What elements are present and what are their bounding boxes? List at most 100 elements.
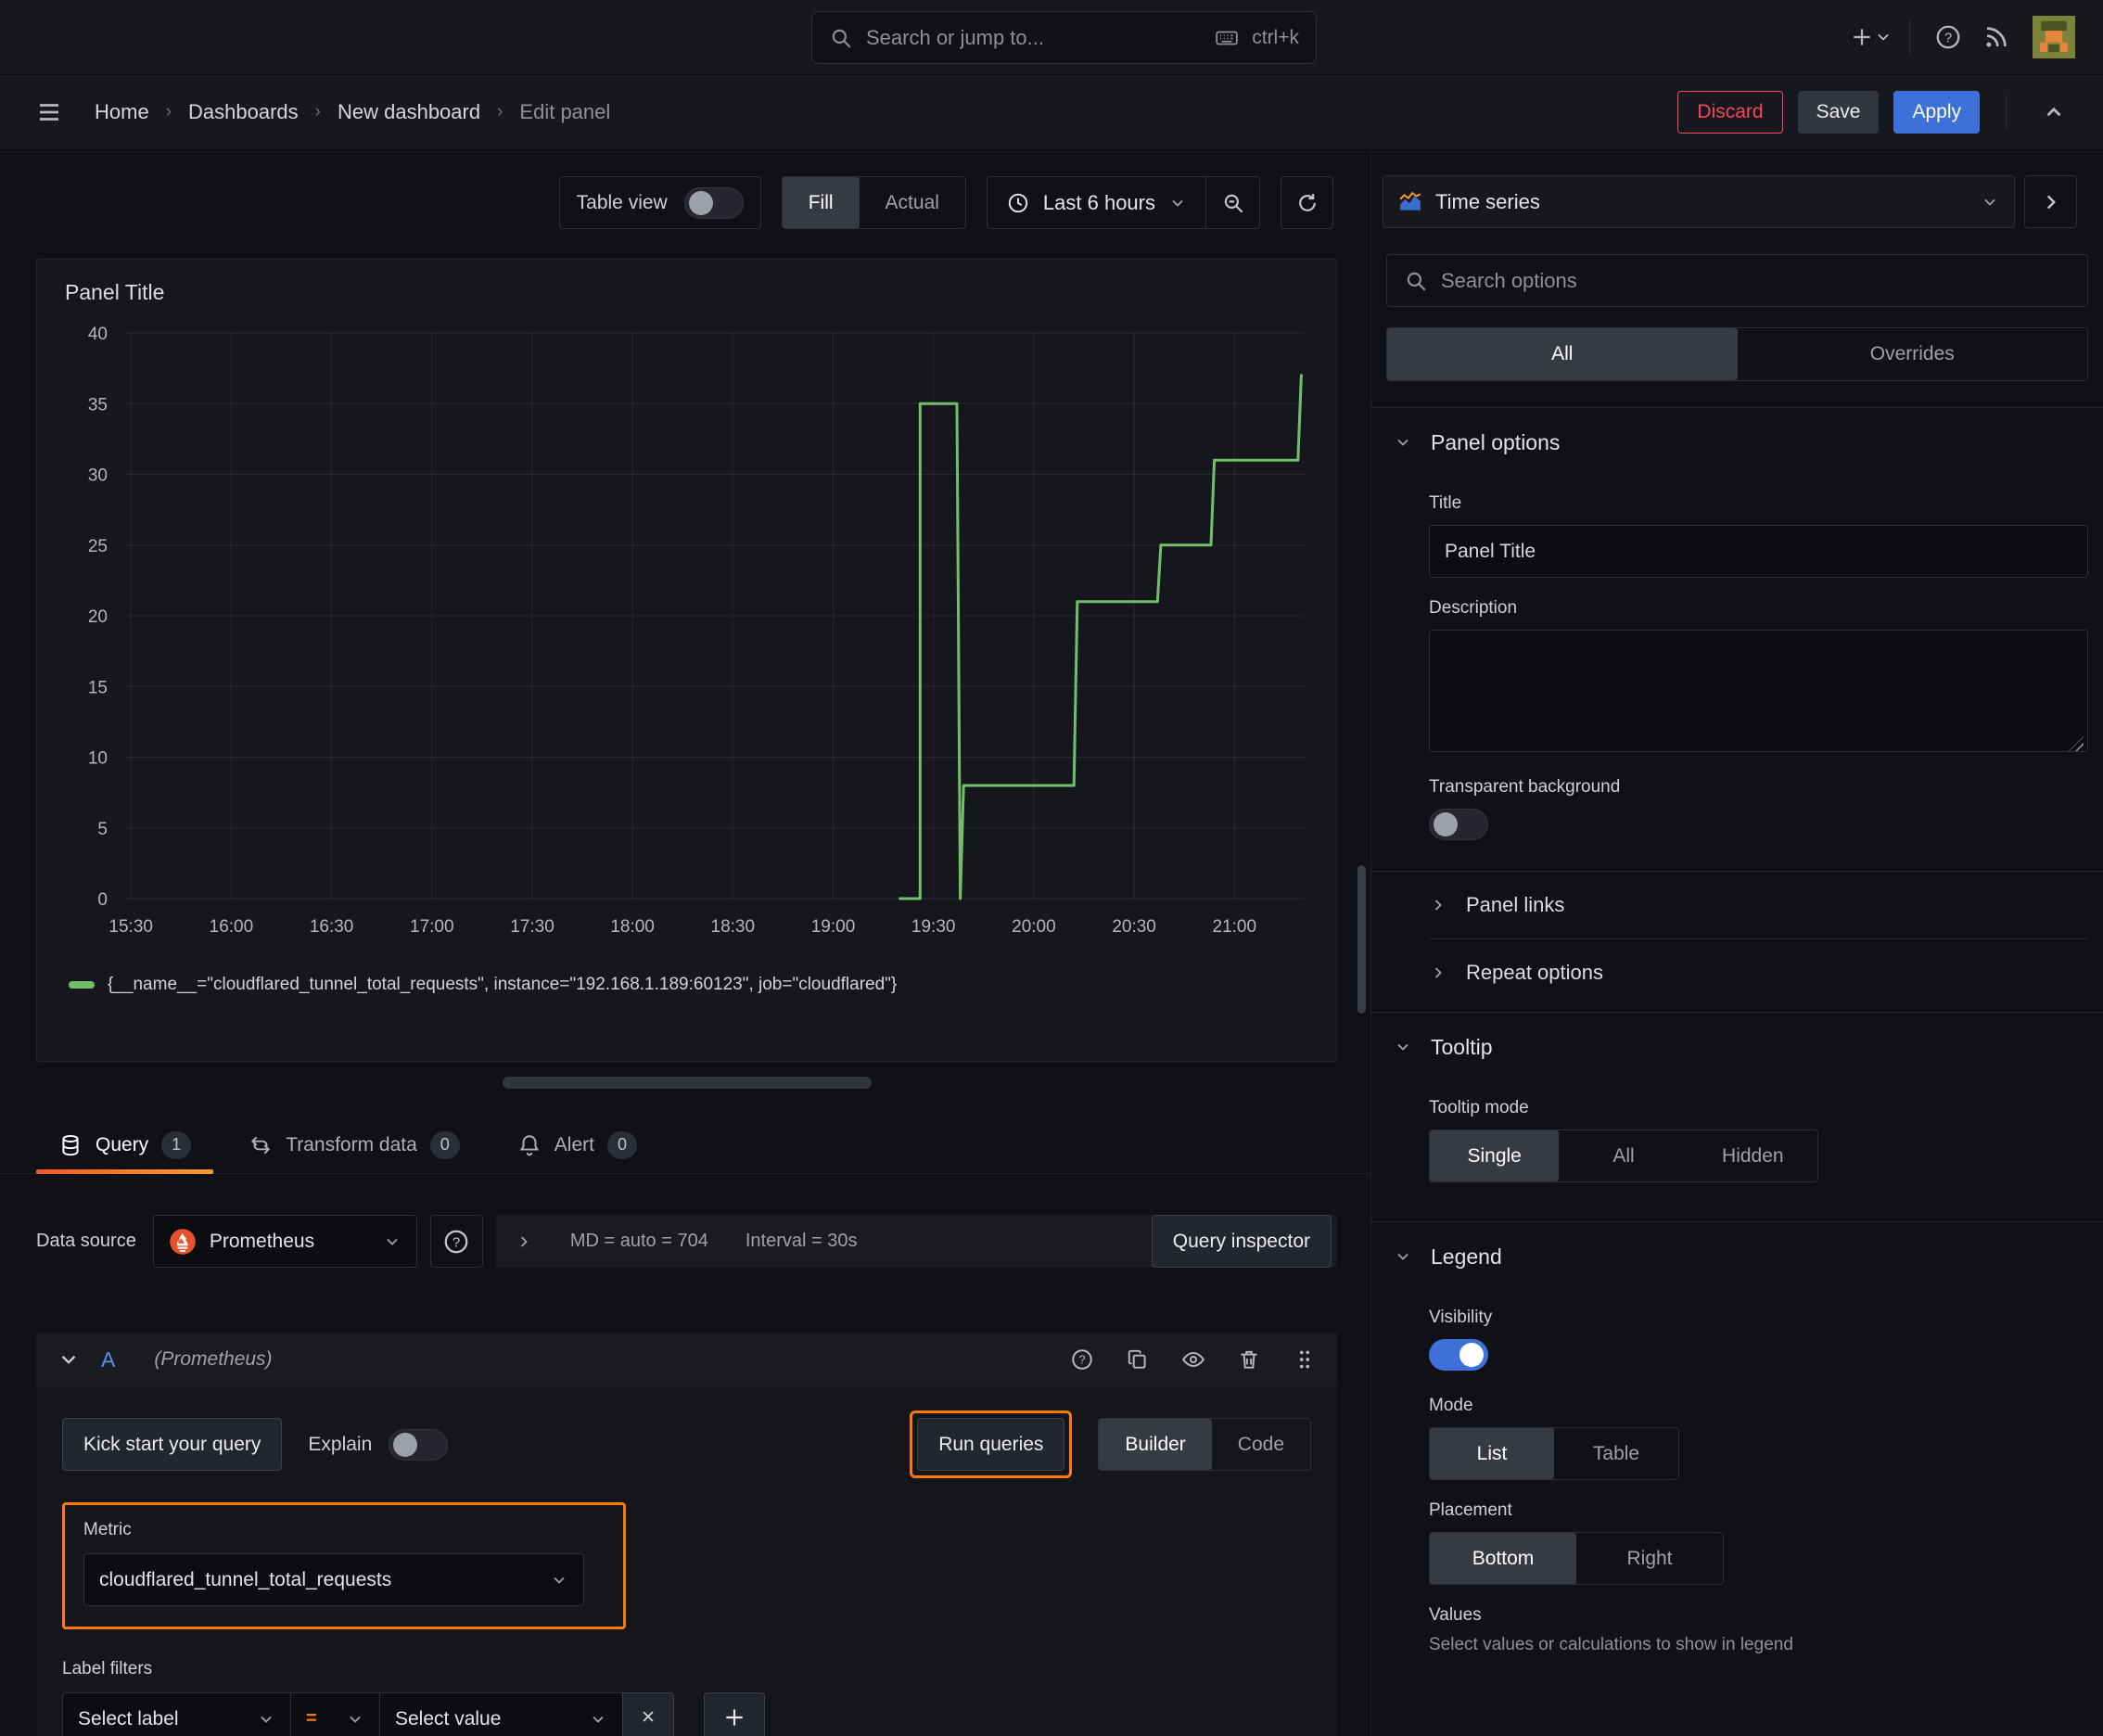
svg-text:19:00: 19:00 [811, 917, 856, 937]
panel-title[interactable]: Panel Title [57, 273, 1316, 316]
time-series-chart[interactable]: 0 5 10 15 20 25 30 35 40 15:30 16:00 16:30 17:00 17:3… [57, 316, 1316, 967]
refresh-button[interactable] [1281, 176, 1333, 229]
svg-text:18:00: 18:00 [610, 917, 655, 937]
legend-mode-table[interactable]: Table [1554, 1428, 1678, 1479]
remove-filter-button[interactable] [622, 1692, 674, 1736]
legend-placement-right[interactable]: Right [1576, 1533, 1723, 1584]
drag-query-handle[interactable] [1293, 1346, 1317, 1373]
tooltip-section-header[interactable]: Tooltip [1371, 1016, 2103, 1078]
duplicate-query-button[interactable] [1126, 1346, 1150, 1373]
plus-icon [1850, 25, 1874, 49]
tooltip-mode-single[interactable]: Single [1430, 1130, 1560, 1181]
breadcrumb: Home › Dashboards › New dashboard › Edit… [95, 100, 610, 124]
svg-text:35: 35 [88, 395, 108, 415]
breadcrumb-edit-panel: Edit panel [519, 100, 611, 123]
apply-button[interactable]: Apply [1893, 91, 1980, 134]
actual-option[interactable]: Actual [860, 177, 965, 228]
tooltip-title: Tooltip [1431, 1034, 1493, 1059]
options-search[interactable] [1386, 254, 2088, 307]
run-queries-button[interactable]: Run queries [917, 1418, 1065, 1471]
chevron-down-icon [57, 1347, 81, 1372]
options-tab-all[interactable]: All [1387, 328, 1738, 380]
query-options-strip[interactable]: MD = auto = 704 Interval = 30s Query ins… [495, 1215, 1337, 1268]
label-select[interactable]: Select label [62, 1692, 290, 1736]
scrollbar-thumb[interactable] [1357, 865, 1366, 1014]
add-new-button[interactable] [1850, 15, 1893, 59]
datasource-help-button[interactable] [429, 1215, 483, 1268]
legend-visibility-toggle[interactable] [1429, 1339, 1488, 1371]
breadcrumb-dashboards[interactable]: Dashboards [188, 100, 299, 124]
metric-picker[interactable]: cloudflared_tunnel_total_requests [83, 1553, 584, 1606]
panel-options-section-header[interactable]: Panel options [1371, 412, 2103, 473]
fill-option[interactable]: Fill [782, 177, 860, 228]
visualization-picker[interactable]: Time series [1383, 175, 2015, 228]
explain-toggle[interactable] [389, 1428, 449, 1461]
description-field: Description [1429, 598, 2088, 757]
options-tab-overrides[interactable]: Overrides [1738, 328, 2088, 380]
help-icon [1070, 1347, 1094, 1372]
help-button[interactable] [1927, 15, 1969, 59]
delete-query-button[interactable] [1237, 1346, 1261, 1373]
breadcrumb-new-dashboard[interactable]: New dashboard [338, 100, 480, 124]
options-search-input[interactable] [1441, 268, 2071, 293]
toggle-knob [1434, 812, 1458, 836]
code-option[interactable]: Code [1212, 1419, 1310, 1470]
save-button[interactable]: Save [1797, 91, 1880, 134]
time-range-picker[interactable]: Last 6 hours [988, 177, 1205, 228]
query-row-header[interactable]: A (Prometheus) [36, 1333, 1337, 1386]
panel-links-section[interactable]: Panel links [1371, 872, 2103, 938]
collapse-header-button[interactable] [2033, 90, 2075, 134]
toggle-query-visibility-button[interactable] [1181, 1346, 1205, 1373]
time-range-label: Last 6 hours [1042, 190, 1155, 214]
add-filter-button[interactable] [704, 1692, 765, 1736]
visualization-label: Time series [1435, 189, 1540, 213]
news-button[interactable] [1975, 15, 2018, 59]
search-input[interactable] [866, 25, 1203, 50]
description-textarea[interactable] [1429, 630, 2088, 752]
panel-resize-handle[interactable] [503, 1077, 872, 1089]
datasource-picker[interactable]: Prometheus [152, 1215, 417, 1268]
repeat-options-section[interactable]: Repeat options [1371, 939, 2103, 1006]
menu-toggle[interactable] [28, 90, 70, 134]
chevron-down-icon [1874, 28, 1893, 46]
tab-alert-label: Alert [554, 1133, 594, 1155]
grafana-logo-icon [28, 16, 70, 58]
divider [1371, 1221, 2103, 1222]
collapse-query-chevron[interactable] [57, 1347, 81, 1372]
query-help-button[interactable] [1070, 1346, 1094, 1373]
zoom-out-button[interactable] [1205, 177, 1259, 228]
user-avatar[interactable] [2033, 16, 2075, 58]
legend-placement-bottom[interactable]: Bottom [1430, 1533, 1576, 1584]
transparent-background-toggle[interactable] [1429, 809, 1488, 840]
query-body: Kick start your query Explain Run querie… [36, 1386, 1337, 1736]
chart-legend[interactable]: {__name__="cloudflared_tunnel_total_requ… [57, 967, 1316, 995]
tab-alert[interactable]: Alert 0 [495, 1117, 659, 1173]
tooltip-mode-hidden[interactable]: Hidden [1689, 1130, 1817, 1181]
tooltip-mode-all[interactable]: All [1559, 1130, 1688, 1181]
query-inspector-button[interactable]: Query inspector [1151, 1215, 1332, 1268]
tab-query[interactable]: Query 1 [36, 1117, 214, 1174]
legend-mode-list[interactable]: List [1430, 1428, 1554, 1479]
panel-title-input[interactable] [1429, 525, 2088, 578]
svg-text:15: 15 [88, 678, 108, 697]
svg-text:10: 10 [88, 749, 108, 769]
query-ref-id[interactable]: A [101, 1347, 115, 1372]
top-search[interactable]: ctrl+k [811, 11, 1317, 64]
value-select[interactable]: Select value [379, 1692, 622, 1736]
breadcrumb-home[interactable]: Home [95, 100, 149, 124]
bell-icon [517, 1133, 542, 1157]
builder-option[interactable]: Builder [1099, 1419, 1212, 1470]
legend-section-header[interactable]: Legend [1371, 1226, 2103, 1287]
table-view-toggle[interactable] [683, 186, 744, 219]
discard-button[interactable]: Discard [1677, 91, 1783, 134]
chevron-down-icon [589, 1710, 607, 1729]
legend-label[interactable]: {__name__="cloudflared_tunnel_total_requ… [108, 975, 897, 995]
chevron-down-icon [1394, 433, 1412, 452]
fill-actual-switch: Fill Actual [781, 176, 966, 229]
kick-start-button[interactable]: Kick start your query [62, 1418, 283, 1471]
tab-transform-data[interactable]: Transform data 0 [226, 1117, 482, 1173]
value-select-placeholder: Select value [395, 1707, 502, 1730]
operator-select[interactable]: = [290, 1692, 379, 1736]
grafana-logo[interactable] [28, 16, 70, 58]
toggle-options-pane-button[interactable] [2024, 175, 2077, 228]
